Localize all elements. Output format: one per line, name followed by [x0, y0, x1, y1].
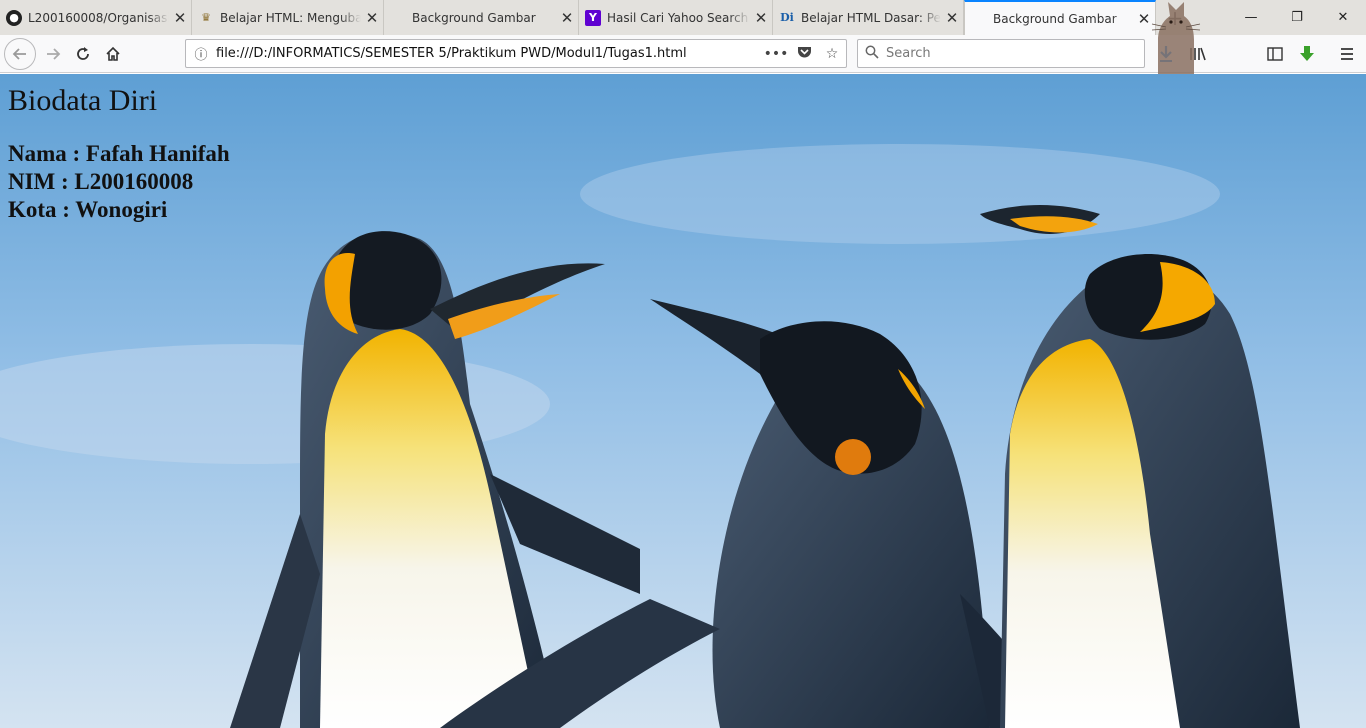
close-tab-icon[interactable]: ✕ [169, 9, 191, 27]
tab-title: Background Gambar [993, 11, 1117, 26]
pocket-icon[interactable] [790, 45, 818, 63]
bio-nim: NIM : L200160008 [8, 169, 194, 194]
page-heading: Biodata Diri [8, 84, 158, 117]
minimize-icon[interactable]: — [1228, 0, 1274, 35]
tab-title: Background Gambar [412, 10, 536, 25]
page-document: Biodata Diri Nama : Fafah Hanifah NIM : … [8, 84, 230, 224]
home-button[interactable] [98, 39, 128, 69]
theme-cat-decoration [1151, 2, 1201, 74]
sidebar-icon [1267, 47, 1283, 61]
page-info-icon[interactable]: ⓘ [186, 44, 216, 63]
hamburger-menu-icon [1341, 48, 1353, 60]
di-icon: Di [780, 11, 794, 24]
forward-arrow-icon [47, 47, 61, 60]
download-helper-button[interactable] [1292, 39, 1322, 69]
tab-title: Hasil Cari Yahoo Search R [607, 10, 750, 25]
tab-title: L200160008/Organisasi-d [28, 10, 169, 25]
window-controls: — ❐ ✕ [1228, 0, 1366, 35]
search-bar[interactable] [857, 39, 1145, 68]
restore-icon[interactable]: ❐ [1274, 0, 1320, 35]
close-tab-icon[interactable]: ✕ [361, 9, 383, 27]
yahoo-icon: Y [585, 9, 601, 26]
tab-title: Belajar HTML: Mengubah [220, 10, 361, 25]
close-window-icon[interactable]: ✕ [1320, 0, 1366, 35]
reload-icon [77, 46, 89, 60]
blank-page-icon [390, 10, 406, 26]
close-tab-icon[interactable]: ✕ [750, 9, 772, 27]
home-icon [106, 46, 120, 61]
tab-yahoo-search[interactable]: Y Hasil Cari Yahoo Search R ✕ [579, 0, 773, 35]
menu-button[interactable] [1332, 39, 1362, 69]
garuda-icon: ♛ [201, 11, 211, 24]
close-tab-icon[interactable]: ✕ [941, 9, 963, 27]
download-helper-icon [1300, 46, 1314, 61]
bio-name: Nama : Fafah Hanifah [8, 141, 230, 166]
bio-city: Kota : Wonogiri [8, 197, 168, 222]
url-text[interactable]: file:///D:/INFORMATICS/SEMESTER 5/Prakti… [216, 46, 762, 61]
tab-github[interactable]: ● L200160008/Organisasi-d ✕ [0, 0, 192, 35]
tab-belajar-html[interactable]: ♛ Belajar HTML: Mengubah ✕ [192, 0, 384, 35]
page-actions-icon[interactable]: ••• [762, 46, 790, 62]
github-icon: ● [6, 9, 22, 26]
page-viewport: Biodata Diri Nama : Fafah Hanifah NIM : … [0, 74, 1366, 728]
search-input[interactable] [886, 46, 1144, 61]
back-arrow-icon [12, 47, 26, 60]
bookmark-star-icon[interactable]: ☆ [818, 46, 846, 62]
tab-title: Belajar HTML Dasar: Peng [801, 10, 941, 25]
tab-belajar-html-dasar[interactable]: Di Belajar HTML Dasar: Peng ✕ [773, 0, 964, 35]
search-icon [858, 45, 886, 63]
sidebar-button[interactable] [1260, 39, 1290, 69]
tab-background-gambar[interactable]: Background Gambar ✕ [384, 0, 579, 35]
url-bar[interactable]: ⓘ file:///D:/INFORMATICS/SEMESTER 5/Prak… [185, 39, 847, 68]
blank-page-icon [971, 11, 987, 27]
forward-button[interactable] [38, 39, 68, 69]
reload-button[interactable] [68, 39, 98, 69]
close-tab-icon[interactable]: ✕ [556, 9, 578, 27]
back-button[interactable] [4, 37, 36, 70]
tab-background-gambar-active[interactable]: Background Gambar ✕ [964, 0, 1156, 35]
